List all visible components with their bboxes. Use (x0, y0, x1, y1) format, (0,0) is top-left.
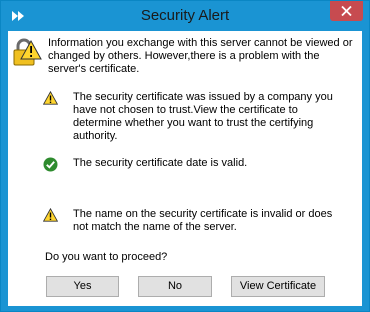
close-button[interactable] (330, 1, 363, 21)
lock-warning-icon (12, 37, 42, 67)
warning-icon (42, 207, 59, 222)
no-button[interactable]: No (138, 276, 212, 297)
security-alert-dialog: Security Alert Information you exchange … (0, 0, 370, 312)
date-valid-text: The security certificate date is valid. (73, 157, 248, 169)
view-certificate-button[interactable]: View Certificate (231, 276, 325, 297)
checkmark-icon (43, 157, 58, 172)
warning-icon (42, 90, 59, 105)
issuer-warning-text: The security certificate was issued by a… (73, 91, 333, 142)
close-icon (341, 6, 352, 16)
info-header-text: Information you exchange with this serve… (48, 37, 353, 75)
title-bar[interactable]: Security Alert (1, 1, 369, 31)
yes-button[interactable]: Yes (46, 276, 119, 297)
dialog-title: Security Alert (140, 7, 230, 24)
proceed-question: Do you want to proceed? (45, 251, 168, 263)
name-mismatch-text: The name on the security certificate is … (73, 208, 333, 233)
dialog-content: Information you exchange with this serve… (8, 31, 362, 306)
